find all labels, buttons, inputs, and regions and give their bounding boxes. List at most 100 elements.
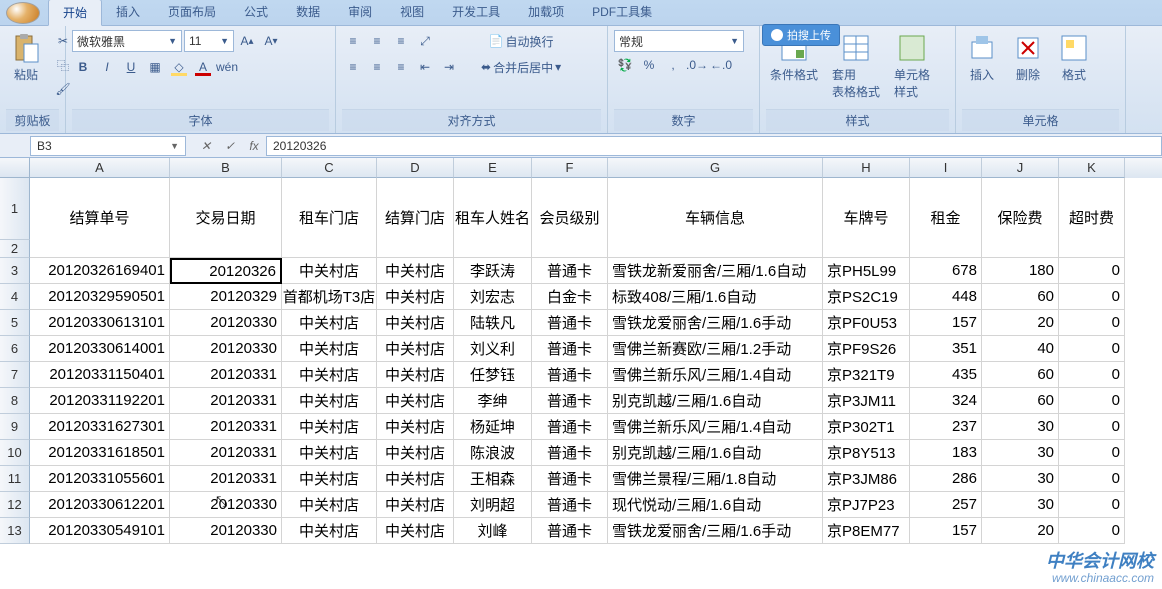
percent-button[interactable]: %: [638, 54, 660, 76]
wrap-text-button[interactable]: 📄 自动换行: [474, 30, 568, 52]
cell[interactable]: 杨延坤: [454, 414, 532, 440]
col-header-B[interactable]: B: [170, 158, 282, 178]
cell[interactable]: 20120331627301: [30, 414, 170, 440]
cell[interactable]: 普通卡: [532, 310, 608, 336]
header-cell[interactable]: 结算单号: [30, 178, 170, 258]
cell-style-button[interactable]: 单元格 样式: [890, 30, 934, 102]
formula-input[interactable]: 20120326: [266, 136, 1162, 156]
header-cell[interactable]: 结算门店: [377, 178, 454, 258]
cell[interactable]: 白金卡: [532, 284, 608, 310]
col-header-F[interactable]: F: [532, 158, 608, 178]
cell[interactable]: 20: [982, 518, 1059, 544]
col-header-I[interactable]: I: [910, 158, 982, 178]
font-name-combo[interactable]: 微软雅黑▼: [72, 30, 182, 52]
fx-button[interactable]: fx: [242, 139, 266, 153]
row-header-5[interactable]: 5: [0, 310, 30, 336]
cell[interactable]: 普通卡: [532, 258, 608, 284]
cell[interactable]: 435: [910, 362, 982, 388]
cell[interactable]: 448: [910, 284, 982, 310]
cell[interactable]: 别克凯越/三厢/1.6自动: [608, 440, 823, 466]
merge-center-button[interactable]: ⬌ 合并后居中 ▾: [474, 56, 568, 78]
cell[interactable]: 普通卡: [532, 336, 608, 362]
cell[interactable]: 京P3JM86: [823, 466, 910, 492]
fill-color-button[interactable]: ◇: [168, 56, 190, 78]
cell[interactable]: 0: [1059, 284, 1125, 310]
cell[interactable]: 180: [982, 258, 1059, 284]
header-cell[interactable]: 租车门店: [282, 178, 377, 258]
cell[interactable]: 20120331150401: [30, 362, 170, 388]
cell[interactable]: 陆轶凡: [454, 310, 532, 336]
tab-视图[interactable]: 视图: [386, 0, 438, 26]
cell[interactable]: 中关村店: [282, 492, 377, 518]
decrease-font-button[interactable]: A▾: [260, 30, 282, 52]
italic-button[interactable]: I: [96, 56, 118, 78]
cell[interactable]: 286: [910, 466, 982, 492]
col-header-K[interactable]: K: [1059, 158, 1125, 178]
header-cell[interactable]: 超时费: [1059, 178, 1125, 258]
cell[interactable]: 中关村店: [377, 336, 454, 362]
cell[interactable]: 20120330549101: [30, 518, 170, 544]
cell[interactable]: 中关村店: [282, 518, 377, 544]
cell[interactable]: 刘明超: [454, 492, 532, 518]
orientation-button[interactable]: ⤢: [414, 30, 436, 52]
col-header-C[interactable]: C: [282, 158, 377, 178]
cell[interactable]: 0: [1059, 336, 1125, 362]
cell[interactable]: 京PJ7P23: [823, 492, 910, 518]
increase-font-button[interactable]: A▴: [236, 30, 258, 52]
row-header-1[interactable]: 1: [0, 178, 30, 240]
cell[interactable]: 王相森: [454, 466, 532, 492]
row-header-7[interactable]: 7: [0, 362, 30, 388]
col-header-G[interactable]: G: [608, 158, 823, 178]
font-color-button[interactable]: A: [192, 56, 214, 78]
tab-开始[interactable]: 开始: [48, 0, 102, 26]
align-center-button[interactable]: ≡: [366, 56, 388, 78]
cell[interactable]: 京P8EM77: [823, 518, 910, 544]
row-header-8[interactable]: 8: [0, 388, 30, 414]
cell[interactable]: 中关村店: [282, 310, 377, 336]
cell[interactable]: 20120331: [170, 388, 282, 414]
cell[interactable]: 京P3JM11: [823, 388, 910, 414]
cell[interactable]: 中关村店: [377, 466, 454, 492]
cell[interactable]: 40: [982, 336, 1059, 362]
cell[interactable]: 中关村店: [282, 336, 377, 362]
header-cell[interactable]: 交易日期: [170, 178, 282, 258]
cell[interactable]: 中关村店: [377, 440, 454, 466]
cell[interactable]: 雪佛兰新乐风/三厢/1.4自动: [608, 362, 823, 388]
col-header-E[interactable]: E: [454, 158, 532, 178]
col-header-H[interactable]: H: [823, 158, 910, 178]
cell[interactable]: 0: [1059, 362, 1125, 388]
align-left-button[interactable]: ≡: [342, 56, 364, 78]
comma-button[interactable]: ,: [662, 54, 684, 76]
header-cell[interactable]: 车牌号: [823, 178, 910, 258]
cell[interactable]: 20120331192201: [30, 388, 170, 414]
cell[interactable]: 157: [910, 518, 982, 544]
cell[interactable]: 京P321T9: [823, 362, 910, 388]
cell[interactable]: 普通卡: [532, 362, 608, 388]
number-format-combo[interactable]: 常规▼: [614, 30, 744, 52]
cell[interactable]: 京PH5L99: [823, 258, 910, 284]
format-cells-button[interactable]: 格式: [1054, 30, 1094, 85]
font-size-combo[interactable]: 11▼: [184, 30, 234, 52]
cell[interactable]: 20120331: [170, 362, 282, 388]
indent-increase-button[interactable]: ⇥: [438, 56, 460, 78]
increase-decimal-button[interactable]: .0→: [686, 54, 708, 76]
cell[interactable]: 20120331: [170, 440, 282, 466]
cell[interactable]: 157: [910, 310, 982, 336]
cell[interactable]: 普通卡: [532, 414, 608, 440]
cell[interactable]: 0: [1059, 388, 1125, 414]
row-header-12[interactable]: 12: [0, 492, 30, 518]
cell[interactable]: 李绅: [454, 388, 532, 414]
cell[interactable]: 60: [982, 388, 1059, 414]
office-button[interactable]: [6, 2, 40, 24]
cell[interactable]: 雪铁龙新爱丽舍/三厢/1.6自动: [608, 258, 823, 284]
currency-button[interactable]: 💱: [614, 54, 636, 76]
cell[interactable]: 刘峰: [454, 518, 532, 544]
cell[interactable]: 30: [982, 466, 1059, 492]
indent-decrease-button[interactable]: ⇤: [414, 56, 436, 78]
cell[interactable]: 0: [1059, 440, 1125, 466]
cell[interactable]: 中关村店: [377, 284, 454, 310]
phonetic-button[interactable]: wén: [216, 56, 238, 78]
cell[interactable]: 京PS2C19: [823, 284, 910, 310]
cell[interactable]: 普通卡: [532, 466, 608, 492]
underline-button[interactable]: U: [120, 56, 142, 78]
